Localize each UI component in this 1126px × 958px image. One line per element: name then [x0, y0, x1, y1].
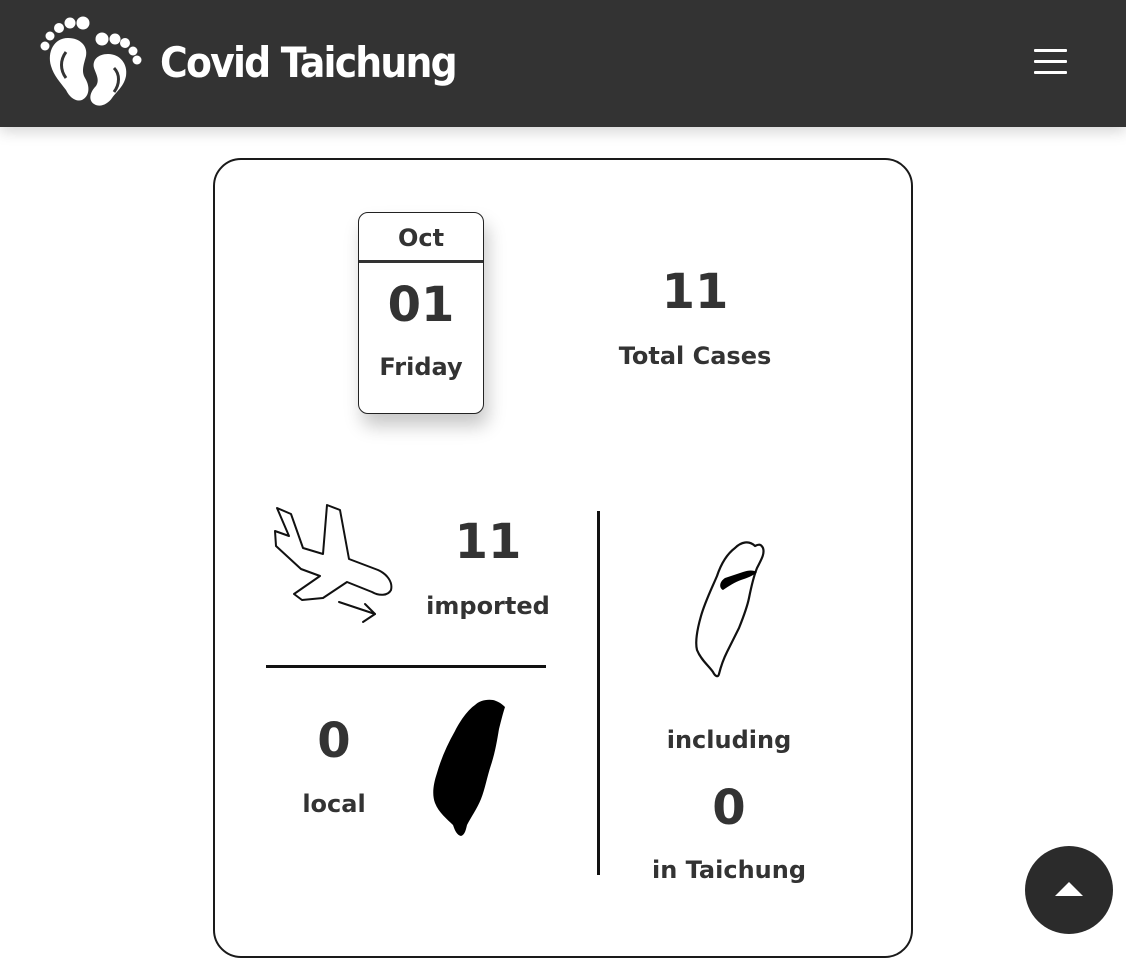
calendar-widget: Oct 01 Friday — [358, 212, 484, 414]
taichung-cases-label: in Taichung — [651, 856, 807, 884]
hamburger-bar — [1034, 71, 1067, 74]
including-label: including — [666, 726, 792, 754]
taiwan-taichung-map-icon — [695, 541, 765, 678]
calendar-month: Oct — [359, 213, 483, 263]
taichung-cases-value: 0 — [712, 780, 746, 836]
navbar: Covid Taichung — [0, 0, 1126, 127]
baby-feet-icon — [40, 16, 142, 106]
total-cases-label: Total Cases — [618, 342, 772, 370]
hamburger-bar — [1034, 60, 1067, 63]
imported-cases-label: imported — [426, 592, 550, 620]
local-cases-label: local — [302, 790, 366, 818]
imported-cases-value: 11 — [454, 514, 522, 570]
taiwan-map-icon — [433, 699, 505, 836]
local-cases-value: 0 — [317, 713, 351, 769]
brand-link[interactable]: Covid Taichung — [38, 16, 489, 108]
arrow-up-icon — [1055, 882, 1083, 896]
plane-landing-icon — [274, 504, 393, 623]
total-cases-value: 11 — [661, 264, 729, 320]
horizontal-divider — [266, 665, 546, 668]
hamburger-menu-icon[interactable] — [1026, 44, 1074, 82]
calendar-weekday: Friday — [379, 353, 463, 381]
brand-title: Covid Taichung — [160, 37, 458, 87]
vertical-divider — [597, 511, 600, 875]
calendar-day: 01 — [387, 277, 455, 333]
stats-card: Oct 01 Friday 11 Total Cases 11 imported… — [213, 158, 913, 958]
hamburger-bar — [1034, 49, 1067, 52]
scroll-to-top-button[interactable] — [1025, 846, 1113, 934]
